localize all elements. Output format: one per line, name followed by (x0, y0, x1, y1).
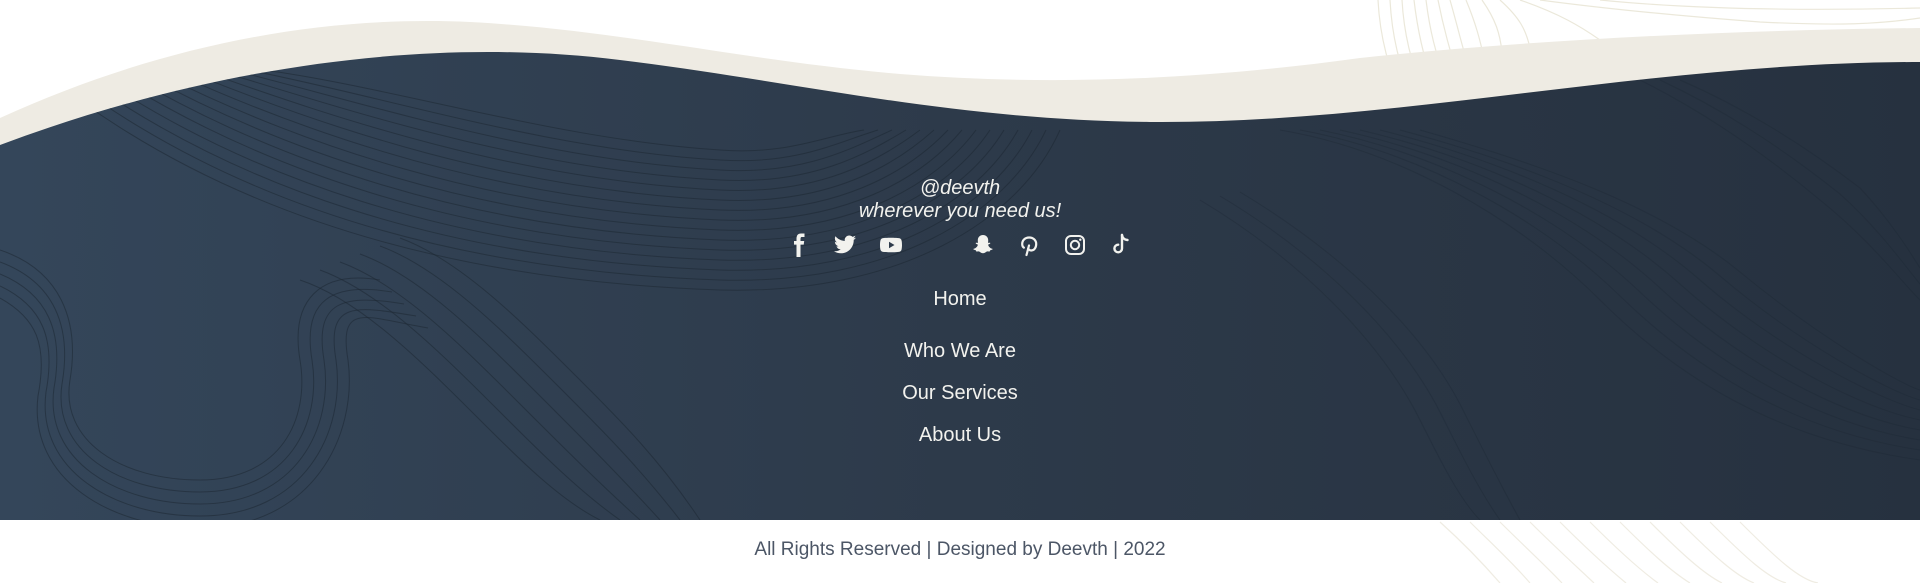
instagram-icon[interactable] (1061, 229, 1089, 261)
copyright-text: All Rights Reserved | Designed by Deevth… (754, 539, 1166, 560)
facebook-icon[interactable] (785, 229, 813, 261)
footer-link-about-us[interactable]: About Us (0, 422, 1920, 448)
social-handle: @deevth (919, 177, 1001, 199)
snapchat-icon[interactable] (969, 229, 997, 261)
social-icons-row (0, 229, 1920, 261)
empty-icon-slot (923, 229, 951, 261)
footer-tagline: wherever you need us! (858, 200, 1062, 222)
site-footer: @deevth wherever you need us! Home Who W… (0, 0, 1920, 583)
footer-link-our-services[interactable]: Our Services (0, 380, 1920, 406)
pinterest-icon[interactable] (1015, 229, 1043, 261)
footer-link-home[interactable]: Home (0, 286, 1920, 312)
footer-link-who-we-are[interactable]: Who We Are (0, 338, 1920, 364)
tiktok-icon[interactable] (1107, 229, 1135, 261)
twitter-icon[interactable] (831, 229, 859, 261)
youtube-icon[interactable] (877, 229, 905, 261)
